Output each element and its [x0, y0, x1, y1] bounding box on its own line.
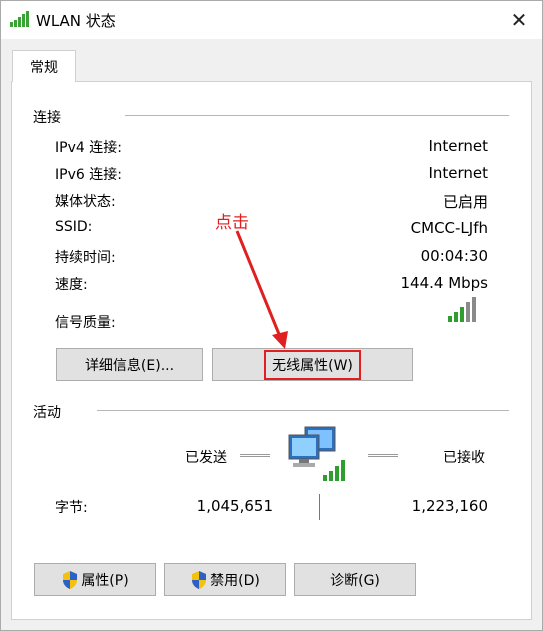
ipv4-value: Internet	[428, 137, 488, 155]
diagnose-button-label: 诊断(G)	[330, 572, 380, 589]
duration-label: 持续时间:	[55, 250, 116, 266]
sent-line	[240, 454, 270, 457]
signal-strength-icon	[448, 297, 476, 322]
connection-section-title: 连接	[33, 110, 61, 126]
ipv4-label: IPv4 连接:	[55, 140, 122, 156]
tab-general-label: 常规	[30, 59, 58, 76]
media-status-label: 媒体状态:	[55, 194, 116, 210]
disable-button-label: 禁用(D)	[210, 572, 260, 589]
tab-general[interactable]: 常规	[12, 50, 76, 82]
bytes-label: 字节:	[55, 500, 88, 516]
sent-label: 已发送	[185, 450, 227, 466]
signal-quality-label: 信号质量:	[55, 315, 116, 331]
disable-button[interactable]: 禁用(D)	[164, 563, 286, 596]
close-icon: ✕	[510, 8, 528, 32]
bytes-divider	[319, 494, 320, 520]
activity-divider	[97, 410, 509, 411]
bytes-received-value: 1,223,160	[411, 497, 488, 515]
properties-button-label: 属性(P)	[81, 572, 129, 589]
close-button[interactable]: ✕	[496, 1, 542, 39]
properties-button[interactable]: 属性(P)	[34, 563, 156, 596]
wlan-status-window: WLAN 状态 ✕ 常规 连接 IPv4 连接: Internet IPv6 连…	[0, 0, 543, 631]
received-line	[368, 454, 398, 457]
speed-label: 速度:	[55, 277, 88, 293]
ipv6-label: IPv6 连接:	[55, 167, 122, 183]
media-status-value: 已启用	[442, 193, 488, 211]
annotation-arrow-icon	[235, 230, 288, 349]
network-computers-icon	[288, 426, 345, 481]
ssid-value: CMCC-LJfh	[410, 219, 488, 237]
speed-value: 144.4 Mbps	[400, 274, 488, 292]
uac-shield-icon	[192, 570, 207, 589]
bytes-sent-value: 1,045,651	[196, 497, 273, 515]
ssid-label: SSID:	[55, 219, 93, 235]
ipv6-value: Internet	[428, 164, 488, 182]
connection-divider	[125, 115, 509, 116]
details-button-label: 详细信息(E)...	[84, 357, 175, 374]
diagnose-button[interactable]: 诊断(G)	[294, 563, 416, 596]
title-bar: WLAN 状态 ✕	[1, 1, 542, 39]
window-title: WLAN 状态	[36, 12, 116, 30]
wifi-signal-icon	[10, 11, 29, 27]
duration-value: 00:04:30	[420, 247, 488, 265]
received-label: 已接收	[443, 450, 485, 466]
activity-section-title: 活动	[33, 405, 61, 421]
wireless-properties-label: 无线属性(W)	[264, 349, 361, 380]
details-button[interactable]: 详细信息(E)...	[56, 348, 203, 381]
uac-shield-icon	[63, 570, 78, 589]
